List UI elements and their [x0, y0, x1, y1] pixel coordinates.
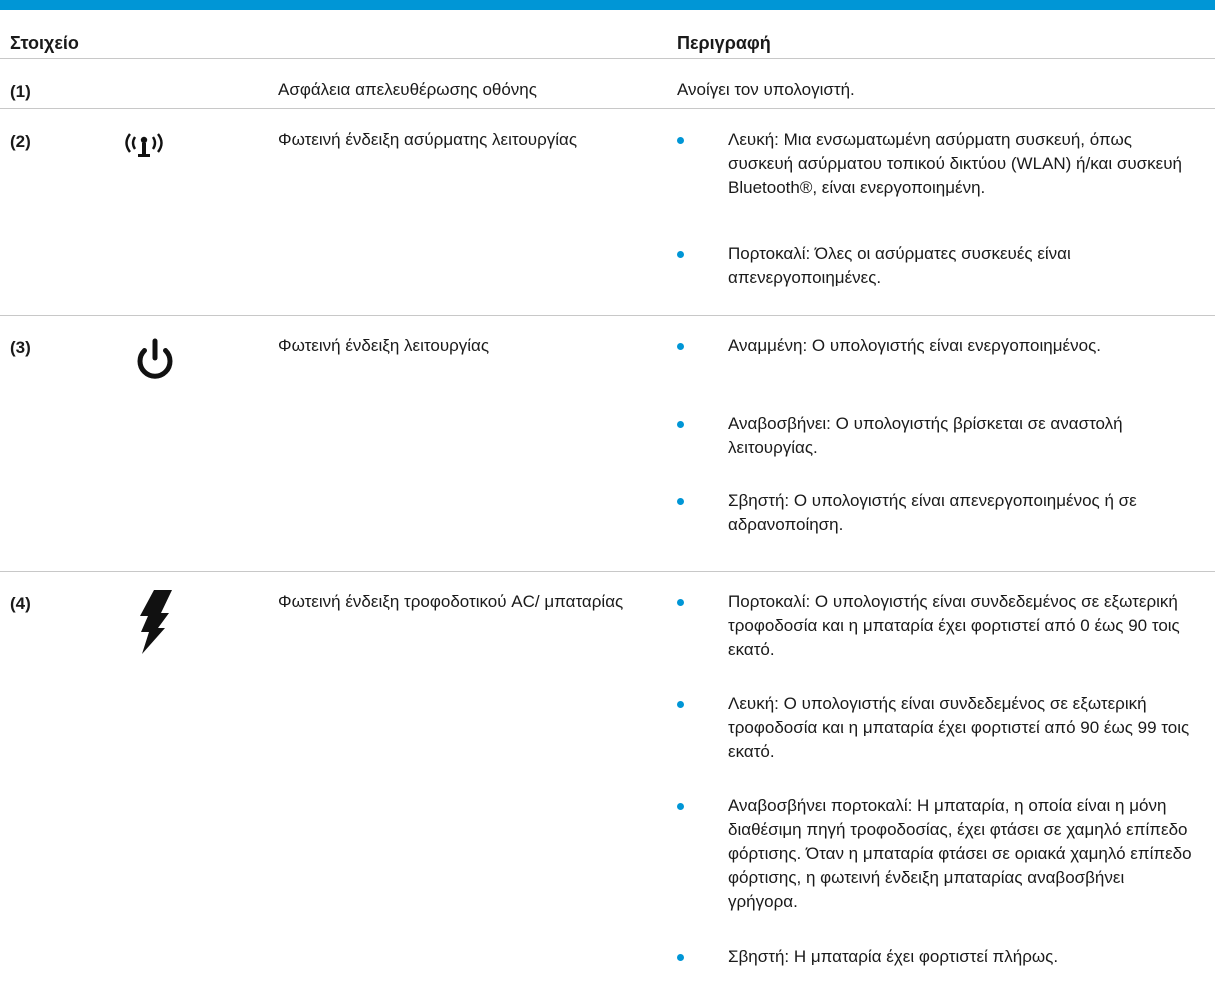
bullet-text: Σβηστή: Ο υπολογιστής είναι απενεργοποιη… — [728, 491, 1137, 534]
item-number: (3) — [10, 338, 31, 357]
item-number: (4) — [10, 594, 31, 613]
bullet-icon — [677, 343, 684, 350]
description-bullet: Αναβοσβήνει πορτοκαλί: Η μπαταρία, η οπο… — [677, 794, 1197, 938]
bullet-icon — [677, 251, 684, 258]
column-header-description: Περιγραφή — [677, 33, 771, 53]
description-bullet: Πορτοκαλί: Ο υπολογιστής είναι συνδεδεμέ… — [677, 590, 1197, 662]
description-bullet: Πορτοκαλί: Όλες οι ασύρματες συσκευές εί… — [677, 242, 1197, 290]
column-header-item: Στοιχείο — [10, 33, 79, 53]
bullet-text: Αναβοσβήνει: Ο υπολογιστής βρίσκεται σε … — [728, 414, 1123, 457]
table-row-3: (3) Φωτεινή ένδειξη λειτουργίας Αναμμένη… — [0, 316, 1215, 572]
wireless-icon — [121, 123, 177, 168]
top-accent-bar — [0, 0, 1215, 10]
bullet-icon — [677, 421, 684, 428]
description-bullet: Αναβοσβήνει: Ο υπολογιστής βρίσκεται σε … — [677, 412, 1197, 460]
bullet-icon — [677, 701, 684, 708]
table-row-1: (1) Ασφάλεια απελευθέρωσης οθόνης Ανοίγε… — [0, 59, 1215, 109]
bullet-text: Αναβοσβήνει πορτοκαλί: Η μπαταρία, η οπο… — [728, 796, 1192, 911]
item-name: Φωτεινή ένδειξη λειτουργίας — [278, 336, 490, 355]
table-header: Στοιχείο Περιγραφή — [0, 10, 1215, 59]
description-bullet: Λευκή: Ο υπολογιστής είναι συνδεδεμένος … — [677, 692, 1197, 764]
bullet-text: Πορτοκαλί: Ο υπολογιστής είναι συνδεδεμέ… — [728, 592, 1180, 659]
table-row-2: (2) Φωτεινή ένδειξη ασύρματης λειτουργία… — [0, 109, 1215, 316]
bullet-icon — [677, 954, 684, 961]
item-number: (1) — [10, 82, 31, 101]
description-bullet: Σβηστή: Η μπαταρία έχει φορτιστεί πλήρως… — [677, 945, 1197, 969]
bullet-icon — [677, 498, 684, 505]
lightning-icon — [136, 588, 176, 663]
item-description: Ανοίγει τον υπολογιστή. — [677, 80, 855, 99]
bullet-text: Σβηστή: Η μπαταρία έχει φορτιστεί πλήρως… — [728, 947, 1059, 966]
bullet-icon — [677, 599, 684, 606]
bullet-icon — [677, 803, 684, 810]
power-icon — [132, 338, 178, 389]
item-name: Φωτεινή ένδειξη τροφοδοτικού AC/ μπαταρί… — [278, 592, 624, 611]
item-number: (2) — [10, 132, 31, 151]
bullet-text: Αναμμένη: Ο υπολογιστής είναι ενεργοποιη… — [728, 336, 1101, 355]
description-bullet: Σβηστή: Ο υπολογιστής είναι απενεργοποιη… — [677, 489, 1197, 537]
item-name: Φωτεινή ένδειξη ασύρματης λειτουργίας — [278, 130, 578, 149]
bullet-text: Πορτοκαλί: Όλες οι ασύρματες συσκευές εί… — [728, 244, 1071, 287]
bullet-text: Λευκή: Ο υπολογιστής είναι συνδεδεμένος … — [728, 694, 1190, 761]
description-bullet: Αναμμένη: Ο υπολογιστής είναι ενεργοποιη… — [677, 334, 1197, 382]
item-name: Ασφάλεια απελευθέρωσης οθόνης — [278, 80, 537, 99]
bullet-text: Λευκή: Μια ενσωματωμένη ασύρματη συσκευή… — [728, 130, 1182, 197]
table-row-4: (4) Φωτεινή ένδειξη τροφοδοτικού AC/ μπα… — [0, 572, 1215, 987]
bullet-icon — [677, 137, 684, 144]
description-bullet: Λευκή: Μια ενσωματωμένη ασύρματη συσκευή… — [677, 128, 1197, 224]
